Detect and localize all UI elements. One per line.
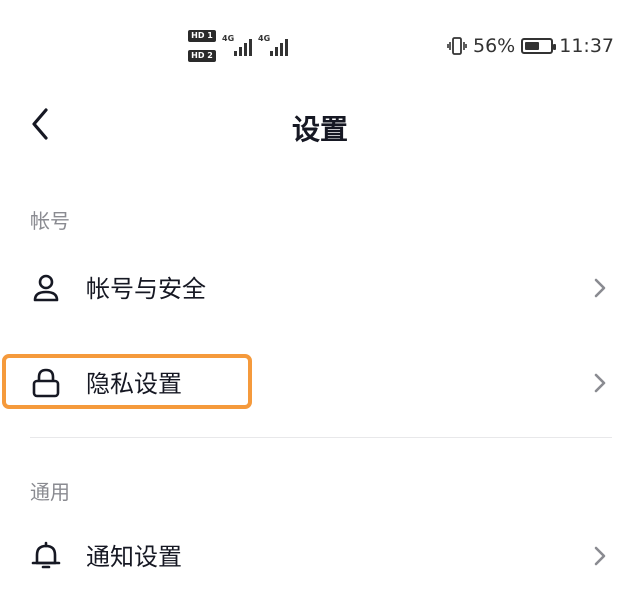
highlight-box xyxy=(2,354,252,409)
section-label-general: 通用 xyxy=(30,480,70,504)
vibrate-icon xyxy=(447,37,467,55)
section-label-account: 帐号 xyxy=(30,209,70,233)
settings-item-account-security[interactable]: 帐号与安全 xyxy=(0,252,640,322)
battery-icon xyxy=(521,38,557,54)
status-right: 56% 11:37 xyxy=(447,34,614,58)
page-title: 设置 xyxy=(291,113,348,146)
settings-item-label: 帐号与安全 xyxy=(86,275,206,303)
status-bar: HD 1 HD 2 4G 4G 56% 11:37 xyxy=(0,0,640,90)
settings-item-notifications[interactable]: 通知设置 xyxy=(0,520,640,590)
chevron-right-icon xyxy=(594,278,606,298)
sim-indicators: HD 1 HD 2 4G 4G xyxy=(188,30,298,64)
signal-icon: 4G xyxy=(258,34,298,56)
sim1-badge: HD 1 xyxy=(188,30,216,42)
sim2-badge: HD 2 xyxy=(188,50,216,62)
chevron-right-icon xyxy=(594,546,606,566)
clock: 11:37 xyxy=(559,35,614,57)
bell-icon xyxy=(31,541,61,569)
network-type-1: 4G xyxy=(222,34,235,43)
header: 设置 xyxy=(0,90,640,160)
chevron-right-icon xyxy=(594,373,606,393)
section-divider xyxy=(30,437,612,438)
signal-icon: 4G xyxy=(222,34,262,56)
battery-percent: 56% xyxy=(473,35,516,57)
settings-item-label: 通知设置 xyxy=(86,543,182,571)
network-type-2: 4G xyxy=(258,34,271,43)
battery-fill xyxy=(525,42,539,50)
user-icon xyxy=(33,274,59,302)
